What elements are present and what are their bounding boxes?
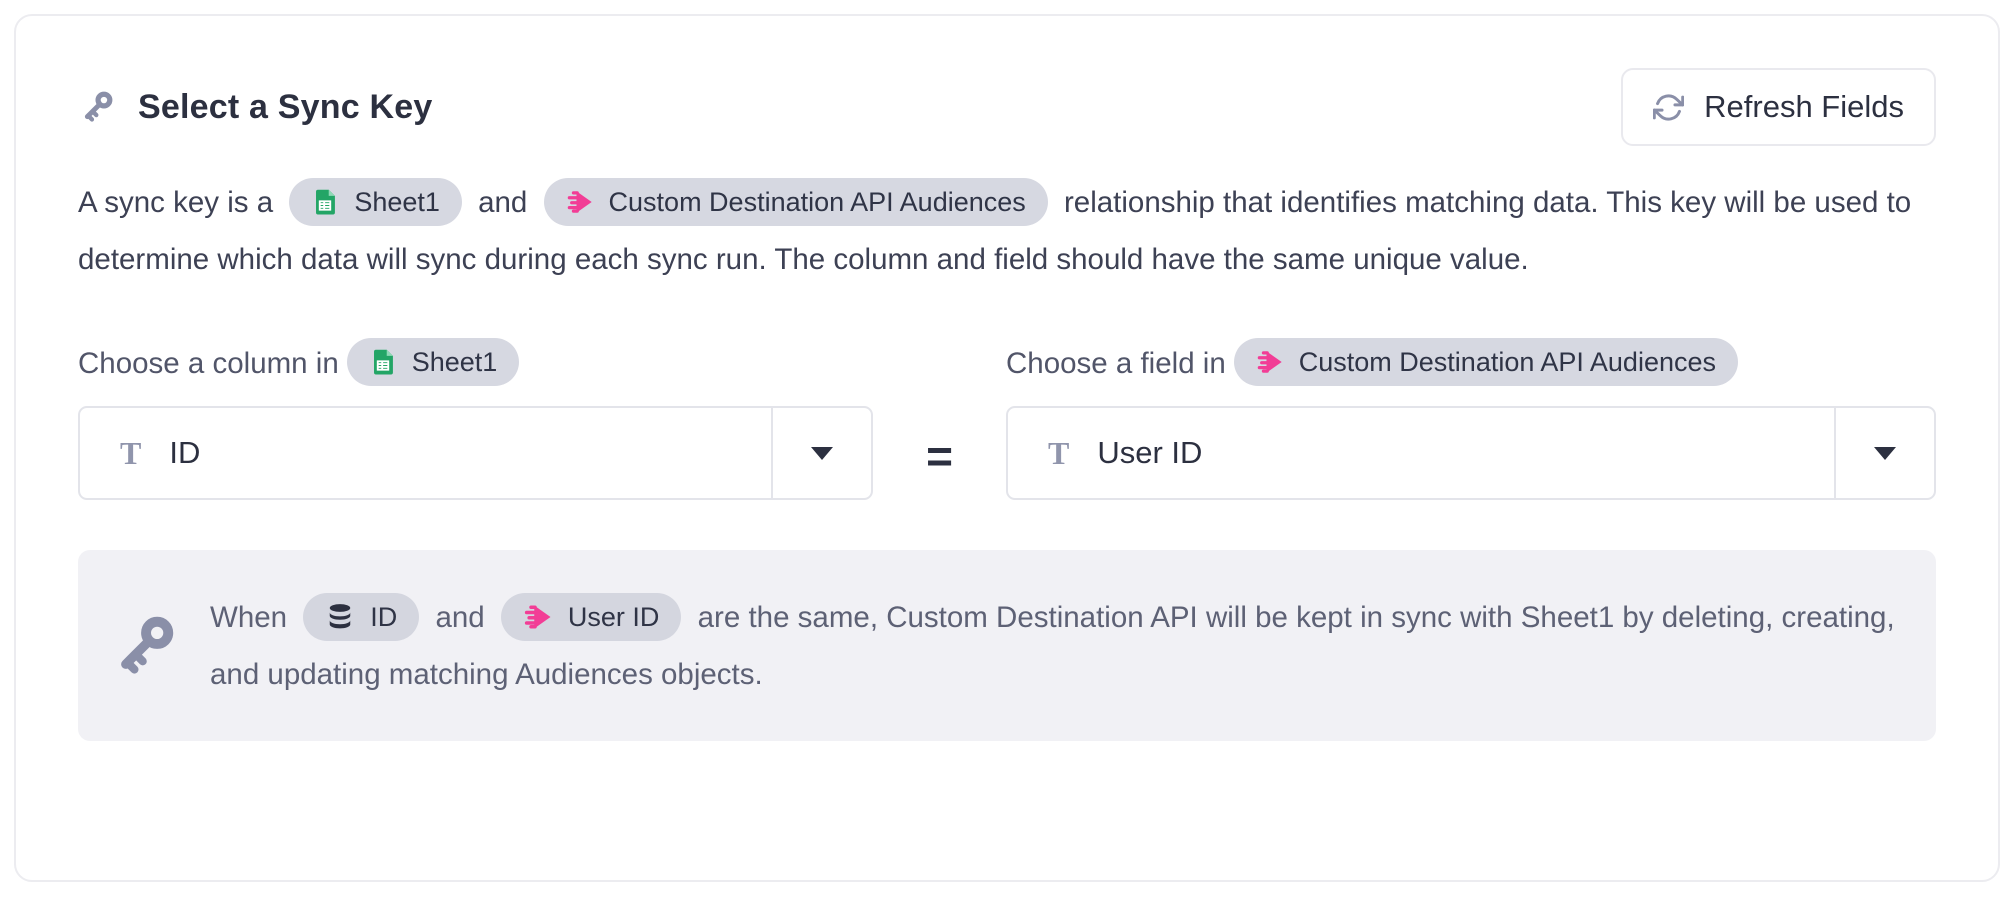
- destination-badge: Custom Destination API Audiences: [544, 178, 1048, 226]
- sync-key-description: A sync key is a Sheet1 and Custom Destin…: [78, 174, 1936, 288]
- text-type-icon: T: [120, 435, 141, 472]
- picker-selects-row: T ID = T User ID: [78, 406, 1936, 500]
- sync-summary-box: When ID and User ID are the same, Custom…: [78, 550, 1936, 741]
- page-title: Select a Sync Key: [138, 88, 432, 127]
- field-select-value: User ID: [1097, 435, 1834, 471]
- field-picker-destination-badge: Custom Destination API Audiences: [1234, 338, 1738, 386]
- column-select-caret[interactable]: [771, 408, 871, 498]
- hightouch-arrow-icon: [566, 188, 594, 216]
- equals-sign: =: [926, 427, 953, 479]
- field-select[interactable]: T User ID: [1006, 406, 1936, 500]
- field-picker-destination-label: Custom Destination API Audiences: [1299, 346, 1716, 378]
- column-picker-source-label: Sheet1: [412, 346, 498, 378]
- id-column-badge-label: ID: [370, 601, 397, 633]
- id-column-badge: ID: [303, 593, 419, 641]
- database-icon: [325, 602, 355, 632]
- description-conjunction: and: [478, 186, 527, 219]
- refresh-icon: [1653, 92, 1684, 123]
- refresh-fields-button[interactable]: Refresh Fields: [1621, 68, 1936, 146]
- chevron-down-icon: [811, 447, 833, 460]
- field-picker-label: Choose a field in Custom Destination API…: [1006, 340, 1936, 388]
- source-badge: Sheet1: [289, 178, 462, 226]
- hightouch-arrow-icon: [1256, 348, 1284, 376]
- text-type-icon: T: [1048, 435, 1069, 472]
- source-badge-label: Sheet1: [354, 186, 440, 218]
- column-picker-source-badge: Sheet1: [347, 338, 520, 386]
- key-icon: [78, 88, 116, 126]
- field-select-caret[interactable]: [1834, 408, 1934, 498]
- summary-conjunction: and: [435, 601, 484, 634]
- card-header: Select a Sync Key Refresh Fields: [78, 68, 1936, 146]
- description-text-before: A sync key is a: [78, 186, 273, 219]
- user-id-field-badge: User ID: [501, 593, 682, 641]
- google-sheets-icon: [311, 188, 339, 216]
- hightouch-arrow-icon: [523, 602, 553, 632]
- destination-badge-label: Custom Destination API Audiences: [609, 186, 1026, 218]
- field-picker-label-text: Choose a field in: [1006, 347, 1226, 381]
- sync-summary-text: When ID and User ID are the same, Custom…: [210, 589, 1896, 703]
- column-select-value: ID: [169, 435, 771, 471]
- user-id-field-badge-label: User ID: [568, 601, 660, 633]
- chevron-down-icon: [1874, 447, 1896, 460]
- column-picker-label: Choose a column in Sheet1: [78, 340, 873, 388]
- refresh-fields-label: Refresh Fields: [1704, 89, 1904, 125]
- column-select[interactable]: T ID: [78, 406, 873, 500]
- sync-key-card: Select a Sync Key Refresh Fields A sync …: [14, 14, 2000, 882]
- summary-text-before: When: [210, 601, 287, 634]
- google-sheets-icon: [369, 348, 397, 376]
- column-picker-label-text: Choose a column in: [78, 347, 339, 381]
- picker-labels-row: Choose a column in Sheet1 Choose a field…: [78, 340, 1936, 388]
- key-icon: [108, 610, 180, 682]
